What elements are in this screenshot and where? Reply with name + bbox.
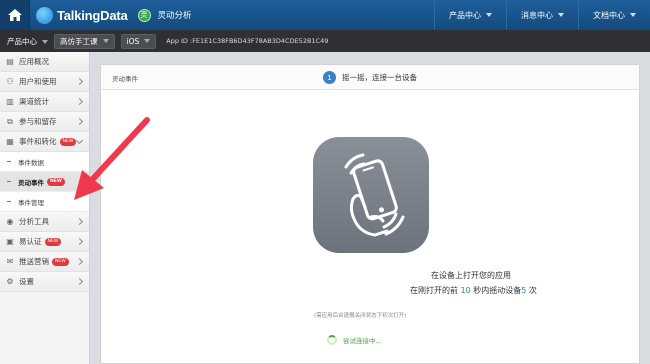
sidebar-item-label: 易认证 [19,237,42,246]
hand-phone-icon [344,153,405,237]
sidebar-item-label: 推送营销 [19,257,49,266]
sidebar-item-label: 用户和使用 [19,77,57,86]
menu-product-center-label: 产品中心 [449,10,481,20]
sidebar-item-engagement-retention[interactable]: ⧉ 参与和留存 [0,112,89,132]
sidebar-item-label: 参与和留存 [19,117,57,126]
chevron-right-icon [75,277,84,286]
product-icon: 灵 [137,8,151,22]
dash-icon [7,201,11,202]
panel-header: 灵动事件 1 摇一摇，连接一台设备 [101,65,639,90]
new-badge: NEW [47,177,65,186]
product-center-dropdown[interactable]: 产品中心 [7,36,48,47]
sidebar-subitem-label: 事件管理 [18,198,44,207]
new-badge: NEW [52,257,69,266]
app-select-value: 高仿手工课 [60,36,98,46]
eye-icon: ◉ [6,217,14,226]
sidebar-item-settings[interactable]: ⚙ 设置 [0,272,89,292]
instruction-seconds: 10 [460,286,471,295]
sidebar-item-label: 渠道统计 [19,97,49,106]
sidebar-item-label: 事件和转化 [19,137,57,146]
sidebar-item-channel-stats[interactable]: ▥ 渠道统计 [0,92,89,112]
gear-icon: ⚙ [6,277,14,286]
chevron-right-icon [75,117,84,126]
sidebar-item-users-usage[interactable]: ⚇ 用户和使用 [0,72,89,92]
chevron-right-icon [75,217,84,226]
chevron-down-icon [558,13,564,17]
loading-spinner-icon [327,335,337,345]
menu-message-center-label: 消息中心 [521,10,553,20]
brand-name: TalkingData [57,7,128,23]
chevron-right-icon [75,77,84,86]
chevron-right-icon [75,97,84,106]
home-button[interactable] [0,0,30,30]
chevron-down-icon [630,13,636,17]
bar-chart-icon: ▥ [6,97,14,106]
connection-status-text: 尝试连接中... [343,337,382,345]
smart-event-panel: 灵动事件 1 摇一摇，连接一台设备 在设备上打开您的应用 在刚打开的前 10 秒… [100,64,640,364]
instruction-times: 5 [521,286,527,295]
chevron-down-icon [486,13,492,17]
dash-icon [7,181,11,182]
auth-icon: ▣ [6,237,14,246]
new-badge: NEW [59,137,77,146]
connection-status: 尝试连接中... [327,335,382,345]
chevron-down-icon [75,136,84,145]
instruction-prefix: 在刚打开的前 [410,286,458,295]
sidebar-item-push-marketing[interactable]: ✉ 推送营销 NEW [0,252,89,272]
instruction-suffix: 次 [528,286,537,295]
panel-title: 灵动事件 [112,75,138,83]
sidebar-item-easy-auth[interactable]: ▣ 易认证 NEW [0,232,89,252]
sidebar-subitem-event-data[interactable]: 事件数据 [0,152,89,172]
product-center-label: 产品中心 [7,36,37,46]
app-id: App ID :FE1E1C38FB6D43F78AB3D4CDE52B1C49 [166,37,329,45]
sidebar-subitem-event-management[interactable]: 事件管理 [0,192,89,212]
app-selector-bar: 产品中心 高仿手工课 iOS App ID :FE1E1C38FB6D43F78… [0,30,650,52]
instruction-mid: 秒内摇动设备 [473,286,522,295]
menu-doc-center-label: 文档中心 [593,10,625,20]
instruction-open-app: 在设备上打开您的应用 [431,271,511,280]
platform-select-value: iOS [126,36,140,46]
dash-icon [7,161,11,162]
users-icon: ⚇ [6,77,14,86]
menu-message-center[interactable]: 消息中心 [506,0,578,30]
top-navigation-bar: TalkingData 灵 灵动分析 产品中心 消息中心 文档中心 [0,0,650,30]
home-icon [7,9,22,21]
sidebar-item-label: 设置 [19,277,34,286]
sidebar-item-events-conversion[interactable]: ▦ 事件和转化 NEW [0,132,89,152]
retention-icon: ⧉ [7,116,13,126]
instruction-note: (需应用后台退报关闭状态下初次打开) [314,313,407,319]
push-icon: ✉ [6,257,14,266]
sidebar-item-app-overview[interactable]: ▤ 应用概况 [0,52,89,72]
platform-select[interactable]: iOS [120,33,157,49]
overview-icon: ▤ [6,57,14,66]
step-number: 1 [323,71,336,84]
product-name: 灵动分析 [157,11,192,21]
menu-doc-center[interactable]: 文档中心 [578,0,650,30]
sidebar-item-label: 分析工具 [19,217,49,226]
new-badge: NEW [44,237,62,246]
menu-product-center[interactable]: 产品中心 [434,0,506,30]
sidebar-subitem-smart-events[interactable]: 灵动事件 NEW [0,172,89,192]
app-select[interactable]: 高仿手工课 [54,33,115,49]
instruction-shake: 在刚打开的前 10 秒内摇动设备5 次 [101,285,639,296]
chevron-down-icon [102,39,109,43]
chevron-right-icon [75,257,84,266]
sidebar-subitem-label: 事件数据 [18,158,44,167]
step-text: 摇一摇，连接一台设备 [342,73,417,82]
chevron-right-icon [75,237,84,246]
talkingdata-logo[interactable]: TalkingData 灵 灵动分析 [36,6,192,24]
sidebar: ▤ 应用概况 ⚇ 用户和使用 ▥ 渠道统计 ⧉ 参与和留存 ▦ 事件和转化 NE… [0,52,90,364]
events-icon: ▦ [6,137,14,146]
talkingdata-logo-icon [36,6,53,24]
shake-device-icon [313,137,429,253]
top-menu: 产品中心 消息中心 文档中心 [434,0,650,30]
sidebar-item-analysis-tools[interactable]: ◉ 分析工具 [0,212,89,232]
sidebar-subitem-label: 灵动事件 [18,178,44,187]
chevron-down-icon [144,39,151,43]
step-indicator: 1 摇一摇，连接一台设备 [323,71,417,84]
chevron-down-icon [42,39,48,44]
sidebar-item-label: 应用概况 [19,57,49,66]
